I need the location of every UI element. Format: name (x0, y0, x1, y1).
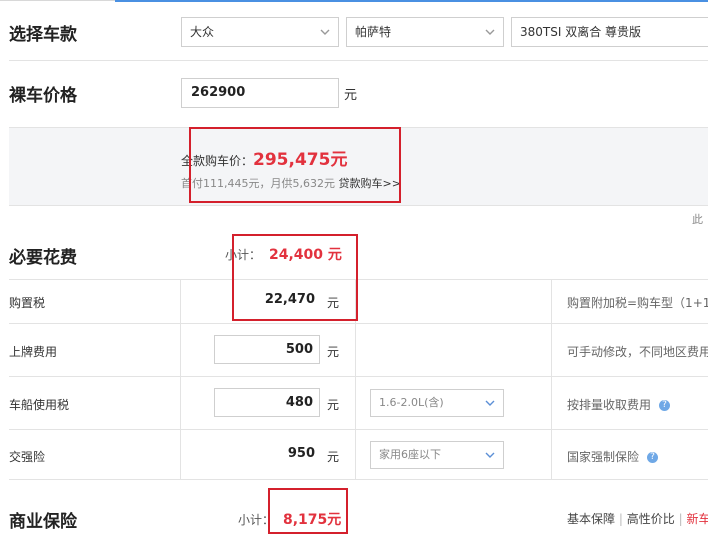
required-costs-title: 必要花费 (9, 248, 77, 268)
commercial-insurance-title: 商业保险 (9, 512, 77, 532)
compulsory-insurance-note: 国家强制保险 (567, 450, 640, 464)
vehicle-tax-note: 按排量收取费用 (567, 398, 652, 412)
purchase-tax-label: 购置税 (9, 296, 46, 310)
insurance-plan-tabs: 基本保障 | 高性价比 | 新车 (567, 510, 708, 527)
plan-separator: | (678, 512, 683, 526)
seats-select[interactable]: 家用6座以下 (370, 441, 504, 469)
vehicle-tax-note-line: 按排量收取费用? (567, 396, 671, 413)
brand-select[interactable]: 大众 (181, 17, 339, 47)
plate-fee-label: 上牌费用 (9, 345, 58, 359)
trim-select-value: 380TSI 双离合 尊贵版 (520, 25, 642, 39)
series-select-value: 帕萨特 (355, 25, 392, 39)
bare-price-unit: 元 (344, 88, 358, 103)
plate-fee-note: 可手动修改，不同地区费用 (567, 345, 708, 359)
compulsory-insurance-note-line: 国家强制保险? (567, 448, 659, 465)
bare-price-input[interactable]: 262900 (181, 78, 339, 108)
displacement-select-value: 1.6-2.0L(含) (379, 396, 444, 409)
plate-fee-value: 500 (285, 342, 313, 357)
plate-fee-unit: 元 (327, 345, 340, 359)
plan-value[interactable]: 高性价比 (627, 512, 675, 526)
plan-basic[interactable]: 基本保障 (567, 512, 615, 526)
vehicle-tax-label: 车船使用税 (9, 398, 70, 412)
trim-select[interactable]: 380TSI 双离合 尊贵版 (511, 17, 708, 47)
bare-price-title: 裸车价格 (9, 86, 77, 106)
chevron-down-icon (485, 452, 495, 458)
bare-price-value: 262900 (191, 85, 246, 100)
cut-off-text: 此 (692, 213, 703, 226)
highlight-box-commercial (268, 488, 348, 534)
vehicle-tax-value: 480 (285, 395, 313, 410)
select-model-title: 选择车款 (9, 25, 77, 45)
compulsory-insurance-label: 交强险 (9, 450, 46, 464)
displacement-select[interactable]: 1.6-2.0L(含) (370, 389, 504, 417)
highlight-box-full-price (189, 127, 401, 203)
top-accent-line (115, 0, 708, 2)
plate-fee-input[interactable]: 500 (214, 335, 320, 364)
seats-select-value: 家用6座以下 (379, 448, 441, 461)
plan-new-car[interactable]: 新车 (686, 512, 708, 526)
plan-separator: | (618, 512, 623, 526)
chevron-down-icon (485, 29, 495, 35)
vehicle-tax-unit: 元 (327, 398, 340, 412)
compulsory-insurance-value: 950 (287, 446, 315, 461)
question-mark-icon[interactable]: ? (647, 452, 659, 463)
question-mark-icon[interactable]: ? (659, 400, 671, 411)
compulsory-insurance-unit: 元 (327, 450, 340, 464)
brand-select-value: 大众 (190, 25, 215, 39)
highlight-box-required (232, 234, 358, 321)
purchase-tax-note: 购置附加税=购车型（1+1 (567, 296, 708, 310)
chevron-down-icon (485, 400, 495, 406)
chevron-down-icon (320, 29, 330, 35)
series-select[interactable]: 帕萨特 (346, 17, 504, 47)
vehicle-tax-input[interactable]: 480 (214, 388, 320, 417)
